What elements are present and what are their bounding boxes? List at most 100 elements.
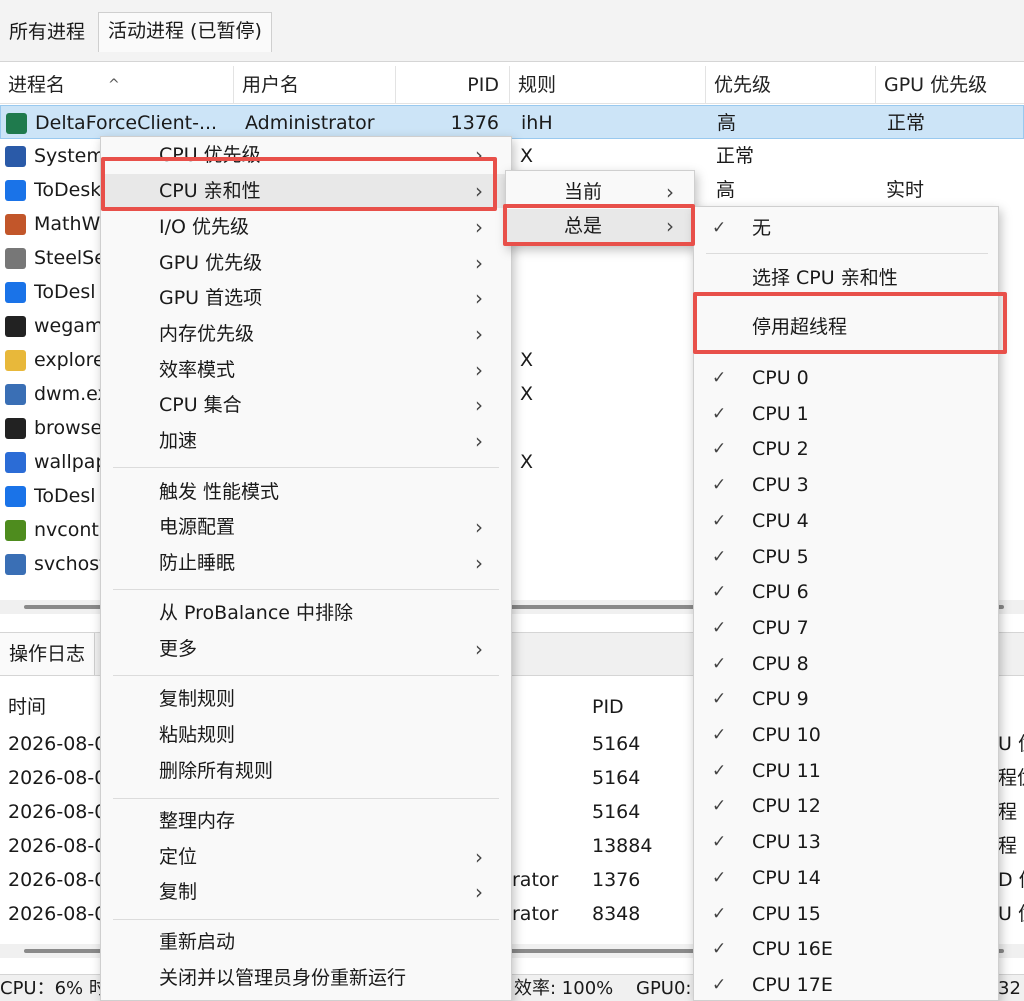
- menu-item-cpu[interactable]: ✓ CPU 4: [694, 504, 998, 538]
- log-col-pid[interactable]: PID: [592, 688, 624, 726]
- status-gpu: GPU0:: [636, 978, 692, 999]
- menu-item-cpu[interactable]: ✓ CPU 10: [694, 718, 998, 752]
- menu-item-label: 整理内存: [159, 810, 236, 832]
- menu-item-delete-all-rules[interactable]: 删除所有规则: [101, 754, 511, 788]
- menu-item-cpu[interactable]: ✓ CPU 2: [694, 432, 998, 466]
- process-icon: [5, 282, 26, 303]
- menu-item-cpu-sets[interactable]: CPU 集合 ›: [101, 388, 511, 422]
- menu-item-label: 重新启动: [159, 931, 236, 953]
- process-icon: [5, 146, 26, 167]
- menu-item-more[interactable]: 更多 ›: [101, 632, 511, 666]
- chevron-right-icon: ›: [475, 880, 483, 904]
- process-priority: 高: [716, 179, 736, 201]
- menu-item-io-priority[interactable]: I/O 优先级 ›: [101, 210, 511, 244]
- menu-item-label: 防止睡眠: [159, 552, 236, 574]
- menu-item-locate[interactable]: 定位 ›: [101, 840, 511, 874]
- menu-item-label: CPU 12: [752, 795, 821, 818]
- menu-item-label: 关闭并以管理员身份重新运行: [159, 967, 407, 989]
- menu-item-cpu[interactable]: ✓ CPU 1: [694, 397, 998, 431]
- menu-item-cpu[interactable]: ✓ CPU 3: [694, 468, 998, 502]
- col-header-pid[interactable]: PID: [396, 66, 510, 104]
- menu-item-select-cpu-affinity[interactable]: 选择 CPU 亲和性: [694, 261, 998, 295]
- tab-active-processes[interactable]: 活动进程 (已暂停): [98, 12, 272, 52]
- process-icon: [5, 554, 26, 575]
- menu-item-exclude-probalance[interactable]: 从 ProBalance 中排除: [101, 596, 511, 630]
- menu-item-cpu[interactable]: ✓ CPU 11: [694, 754, 998, 788]
- process-icon: [5, 384, 26, 405]
- sort-ascending-icon: ^: [108, 77, 120, 93]
- menu-item-label: CPU 9: [752, 688, 809, 711]
- menu-separator: [113, 675, 499, 676]
- check-icon: ✓: [712, 796, 727, 817]
- context-menu: CPU 优先级 › CPU 亲和性 › I/O 优先级 › GPU 优先级 › GPU 首选项 ›…: [100, 136, 512, 1001]
- menu-item-cpu[interactable]: ✓ CPU 14: [694, 861, 998, 895]
- menu-item-cpu[interactable]: ✓ CPU 13: [694, 825, 998, 859]
- menu-item-memory-priority[interactable]: 内存优先级 ›: [101, 317, 511, 351]
- menu-item-trigger-performance-mode[interactable]: 触发 性能模式: [101, 475, 511, 509]
- menu-item-prevent-sleep[interactable]: 防止睡眠 ›: [101, 546, 511, 580]
- process-icon: [5, 180, 26, 201]
- highlight-disable-ht: [693, 292, 1007, 354]
- menu-item-close-rerun-admin[interactable]: 关闭并以管理员身份重新运行: [101, 961, 511, 995]
- col-header-rule[interactable]: 规则: [510, 66, 706, 104]
- menu-item-none[interactable]: ✓ 无: [694, 211, 998, 245]
- menu-item-gpu-priority[interactable]: GPU 优先级 ›: [101, 246, 511, 280]
- menu-item-cpu[interactable]: ✓ CPU 12: [694, 789, 998, 823]
- menu-item-cpu[interactable]: ✓ CPU 8: [694, 647, 998, 681]
- menu-item-label: CPU 0: [752, 367, 809, 389]
- menu-item-paste-rule[interactable]: 粘贴规则: [101, 718, 511, 752]
- check-icon: ✓: [712, 403, 727, 424]
- menu-item-copy-rule[interactable]: 复制规则: [101, 682, 511, 716]
- menu-item-label: CPU 11: [752, 759, 821, 782]
- menu-item-label: CPU 7: [752, 616, 809, 639]
- menu-item-restart[interactable]: 重新启动: [101, 925, 511, 959]
- chevron-right-icon: ›: [475, 429, 483, 453]
- menu-separator: [113, 919, 499, 920]
- check-icon: ✓: [712, 832, 727, 853]
- check-icon: ✓: [712, 439, 727, 460]
- status-efficiency: 效率: 100%: [514, 978, 614, 999]
- menu-item-label: 无: [752, 217, 772, 239]
- chevron-right-icon: ›: [475, 286, 483, 310]
- process-row[interactable]: DeltaForceClient-... Administrator 1376 ihH…: [0, 105, 1024, 139]
- menu-item-label: CPU 2: [752, 438, 809, 461]
- col-header-name[interactable]: 进程名 ^: [0, 66, 234, 104]
- status-tail: 32: [998, 978, 1021, 999]
- menu-item-cpu[interactable]: ✓ CPU 9: [694, 682, 998, 716]
- menu-item-gpu-preference[interactable]: GPU 首选项 ›: [101, 281, 511, 315]
- menu-item-label: CPU 17E: [752, 973, 833, 996]
- process-icon: [5, 350, 26, 371]
- menu-item-cpu[interactable]: ✓ CPU 6: [694, 575, 998, 609]
- process-icon: [5, 418, 26, 439]
- log-time: 2026-08-0: [8, 801, 107, 823]
- log-col-time[interactable]: 时间: [8, 688, 46, 726]
- process-gpu-priority: 实时: [886, 179, 925, 201]
- menu-item-label: 更多: [159, 638, 198, 660]
- col-header-user[interactable]: 用户名: [234, 66, 396, 104]
- col-header-gpu-priority[interactable]: GPU 优先级: [876, 66, 1024, 104]
- chevron-right-icon: ›: [475, 251, 483, 275]
- menu-item-cpu[interactable]: ✓ CPU 7: [694, 611, 998, 645]
- menu-item-label: CPU 13: [752, 831, 821, 854]
- tab-all-processes[interactable]: 所有进程: [0, 14, 94, 50]
- log-time: 2026-08-0: [8, 903, 107, 925]
- menu-item-trim-memory[interactable]: 整理内存: [101, 804, 511, 838]
- menu-item-cpu[interactable]: ✓ CPU 0: [694, 361, 998, 395]
- menu-item-efficiency-mode[interactable]: 效率模式 ›: [101, 353, 511, 387]
- menu-item-cpu[interactable]: ✓ CPU 5: [694, 540, 998, 574]
- menu-item-label: CPU 4: [752, 509, 809, 532]
- col-header-priority[interactable]: 优先级: [706, 66, 876, 104]
- menu-item-cpu[interactable]: ✓ CPU 17E: [694, 968, 998, 1001]
- log-message: 程 C: [998, 801, 1024, 823]
- menu-item-label: 复制: [159, 881, 198, 903]
- chevron-right-icon: ›: [475, 551, 483, 575]
- menu-item-boost[interactable]: 加速 ›: [101, 424, 511, 458]
- menu-item-power-profile[interactable]: 电源配置 ›: [101, 510, 511, 544]
- menu-item-cpu[interactable]: ✓ CPU 15: [694, 897, 998, 931]
- tab-operation-log[interactable]: 操作日志: [0, 633, 96, 675]
- check-icon: ✓: [712, 510, 727, 531]
- menu-item-copy[interactable]: 复制 ›: [101, 875, 511, 909]
- log-message: 程优: [998, 767, 1024, 789]
- menu-item-cpu[interactable]: ✓ CPU 16E: [694, 932, 998, 966]
- status-cpu: CPU：6% 时: [0, 978, 107, 999]
